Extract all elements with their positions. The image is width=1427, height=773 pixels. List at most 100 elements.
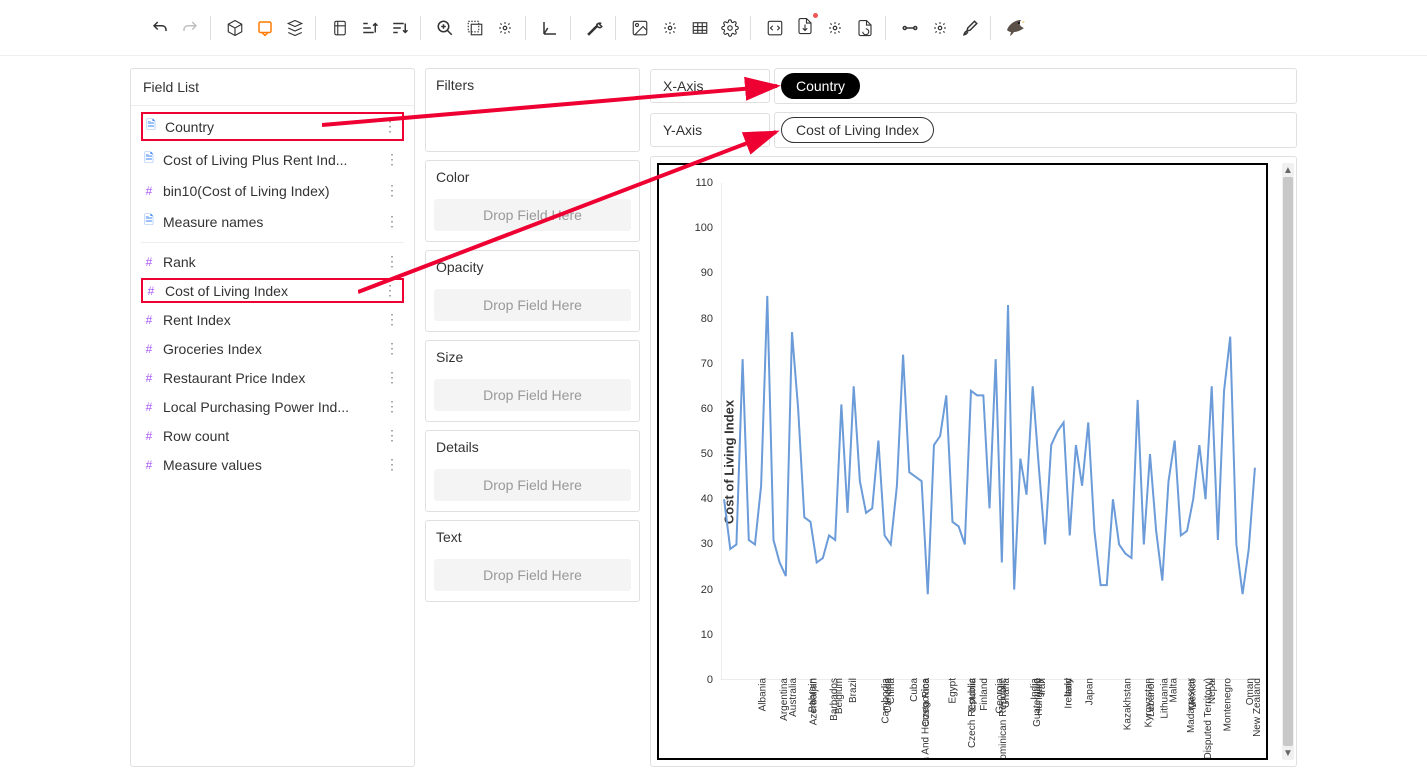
chart-scrollbar[interactable]: ▲ ▼: [1282, 163, 1294, 760]
theme-node-icon[interactable]: [898, 16, 922, 40]
transpose-icon[interactable]: [328, 16, 352, 40]
field-item-local-purchasing-power-ind-[interactable]: #Local Purchasing Power Ind...⋮: [131, 392, 414, 421]
x-axis-pill-country[interactable]: Country: [781, 73, 860, 99]
hash-icon: #: [141, 371, 157, 385]
document-icon: 🗎: [141, 211, 157, 232]
field-items-container: 🗎Country⋮🗎Cost of Living Plus Rent Ind..…: [131, 106, 414, 483]
settings-gear-icon[interactable]: [718, 16, 742, 40]
field-item-bin10-cost-of-living-index-[interactable]: #bin10(Cost of Living Index)⋮: [131, 176, 414, 205]
hash-icon: #: [141, 429, 157, 443]
y-tick: 40: [701, 493, 713, 505]
field-item-groceries-index[interactable]: #Groceries Index⋮: [131, 334, 414, 363]
x-tick: Oman: [1245, 678, 1268, 705]
document-icon: 🗎: [143, 116, 159, 137]
field-more-icon[interactable]: ⋮: [381, 456, 404, 473]
size-dropzone[interactable]: Drop Field Here: [434, 379, 631, 411]
field-list-title: Field List: [131, 69, 414, 106]
hash-icon: #: [141, 255, 157, 269]
y-tick: 90: [701, 267, 713, 279]
field-more-icon[interactable]: ⋮: [381, 311, 404, 328]
color-dropzone[interactable]: Drop Field Here: [434, 199, 631, 231]
field-more-icon[interactable]: ⋮: [381, 340, 404, 357]
brush-icon[interactable]: [958, 16, 982, 40]
field-more-icon[interactable]: ⋮: [381, 253, 404, 270]
undo-button[interactable]: [148, 16, 172, 40]
color-shelf[interactable]: Color Drop Field Here: [425, 160, 640, 242]
stack-icon[interactable]: [283, 16, 307, 40]
field-more-icon[interactable]: ⋮: [381, 369, 404, 386]
field-item-measure-values[interactable]: #Measure values⋮: [131, 450, 414, 479]
details-dropzone[interactable]: Drop Field Here: [434, 469, 631, 501]
scroll-down-arrow[interactable]: ▼: [1282, 746, 1294, 760]
x-axis-label: X-Axis: [650, 69, 770, 103]
x-axis-shelf[interactable]: Country: [774, 68, 1297, 104]
scroll-thumb[interactable]: [1283, 177, 1293, 746]
field-more-icon[interactable]: ⋮: [379, 118, 402, 135]
field-more-icon[interactable]: ⋮: [381, 398, 404, 415]
document-icon: 🗎: [141, 149, 157, 170]
y-tick: 0: [707, 674, 713, 686]
field-list-panel: Field List 🗎Country⋮🗎Cost of Living Plus…: [130, 68, 415, 767]
y-axis-shelf[interactable]: Cost of Living Index: [774, 112, 1297, 148]
y-axis-label: Y-Axis: [650, 113, 770, 147]
filters-shelf[interactable]: Filters: [425, 68, 640, 152]
field-item-row-count[interactable]: #Row count⋮: [131, 421, 414, 450]
details-shelf[interactable]: Details Drop Field Here: [425, 430, 640, 512]
coord-icon[interactable]: [538, 16, 562, 40]
y-tick: 10: [701, 629, 713, 641]
theme-gear-icon[interactable]: [928, 16, 952, 40]
cube-icon[interactable]: [223, 16, 247, 40]
sort-desc-icon[interactable]: [388, 16, 412, 40]
image-gear-icon[interactable]: [658, 16, 682, 40]
sort-asc-icon[interactable]: [358, 16, 382, 40]
y-tick: 50: [701, 448, 713, 460]
hash-icon: #: [141, 342, 157, 356]
shelves-column: Filters Color Drop Field Here Opacity Dr…: [425, 68, 640, 767]
field-more-icon[interactable]: ⋮: [381, 427, 404, 444]
field-more-icon[interactable]: ⋮: [379, 282, 402, 299]
resize-icon[interactable]: [463, 16, 487, 40]
y-axis-pill-coli[interactable]: Cost of Living Index: [781, 117, 934, 143]
hash-icon: #: [141, 184, 157, 198]
refresh-doc-icon[interactable]: [853, 16, 877, 40]
scroll-up-arrow[interactable]: ▲: [1282, 163, 1294, 177]
export-gear-icon[interactable]: [823, 16, 847, 40]
chart-panel: Cost of Living Index 0102030405060708090…: [650, 156, 1297, 767]
field-more-icon[interactable]: ⋮: [381, 182, 404, 199]
mark-icon[interactable]: [253, 16, 277, 40]
redo-button[interactable]: [178, 16, 202, 40]
chart-canvas[interactable]: Cost of Living Index 0102030405060708090…: [657, 163, 1268, 760]
wrench-icon[interactable]: [583, 16, 607, 40]
size-shelf[interactable]: Size Drop Field Here: [425, 340, 640, 422]
y-tick: 80: [701, 313, 713, 325]
hash-icon: #: [143, 284, 159, 298]
toolbar: [0, 0, 1427, 56]
field-item-rent-index[interactable]: #Rent Index⋮: [131, 305, 414, 334]
field-more-icon[interactable]: ⋮: [381, 151, 404, 168]
y-tick: 20: [701, 584, 713, 596]
field-item-rank[interactable]: #Rank⋮: [131, 247, 414, 276]
field-item-cost-of-living-plus-rent-ind-[interactable]: 🗎Cost of Living Plus Rent Ind...⋮: [131, 143, 414, 176]
y-tick: 30: [701, 538, 713, 550]
field-more-icon[interactable]: ⋮: [381, 213, 404, 230]
field-item-country[interactable]: 🗎Country⋮: [141, 112, 404, 141]
x-axis-row: X-Axis Country: [650, 68, 1297, 104]
y-tick: 100: [695, 222, 713, 234]
field-item-cost-of-living-index[interactable]: #Cost of Living Index⋮: [141, 278, 404, 303]
code-icon[interactable]: [763, 16, 787, 40]
y-tick: 60: [701, 403, 713, 415]
field-item-measure-names[interactable]: 🗎Measure names⋮: [131, 205, 414, 238]
hash-icon: #: [141, 400, 157, 414]
hash-icon: #: [141, 458, 157, 472]
table-icon[interactable]: [688, 16, 712, 40]
opacity-dropzone[interactable]: Drop Field Here: [434, 289, 631, 321]
resize-gear-icon[interactable]: [493, 16, 517, 40]
pygwalker-logo-icon[interactable]: [1003, 16, 1027, 40]
field-item-restaurant-price-index[interactable]: #Restaurant Price Index⋮: [131, 363, 414, 392]
text-dropzone[interactable]: Drop Field Here: [434, 559, 631, 591]
opacity-shelf[interactable]: Opacity Drop Field Here: [425, 250, 640, 332]
image-icon[interactable]: [628, 16, 652, 40]
zoom-icon[interactable]: [433, 16, 457, 40]
export-icon[interactable]: [793, 16, 817, 40]
text-shelf[interactable]: Text Drop Field Here: [425, 520, 640, 602]
